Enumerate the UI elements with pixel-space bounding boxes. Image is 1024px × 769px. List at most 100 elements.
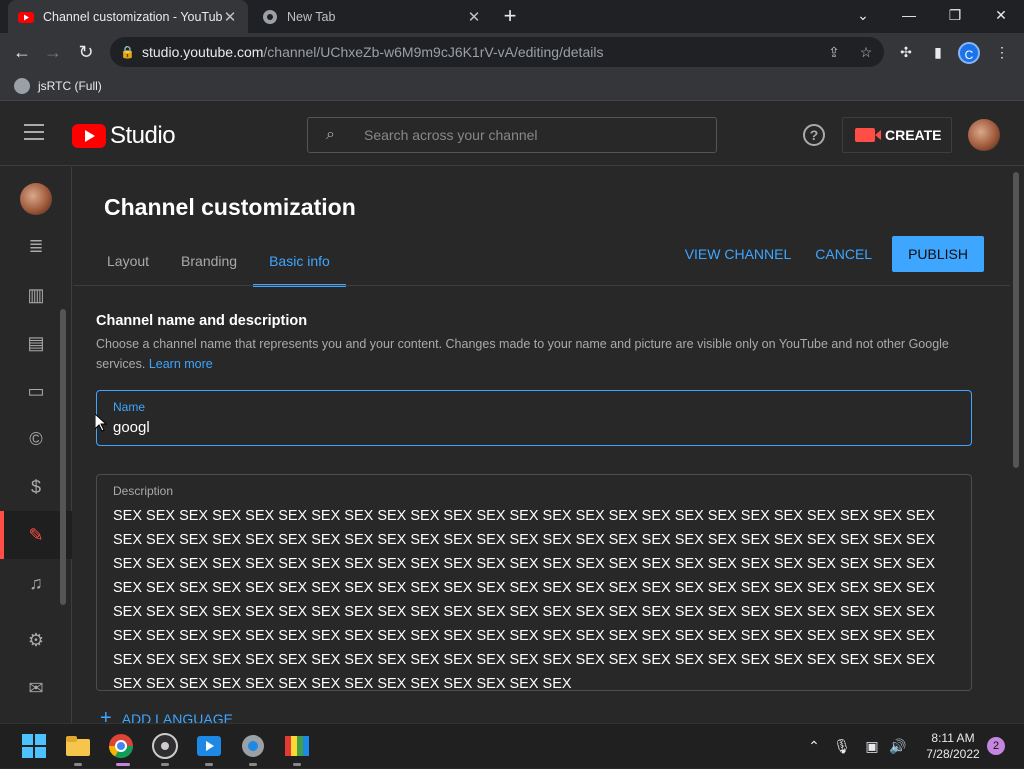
share-icon[interactable]: ⇪ <box>822 37 846 67</box>
restore-button[interactable]: ❐ <box>932 0 978 33</box>
settings-gear-icon[interactable] <box>239 732 267 760</box>
clock-date: 7/28/2022 <box>926 747 980 761</box>
tab-new-tab[interactable]: New Tab ✕ <box>252 0 492 33</box>
channel-avatar[interactable] <box>20 183 52 215</box>
paint-icon[interactable] <box>283 732 311 760</box>
page-actions: VIEW CHANNEL CANCEL PUBLISH <box>673 236 984 272</box>
audio-library-icon[interactable]: ♫ <box>24 571 48 595</box>
analytics-icon[interactable]: ▥ <box>24 283 48 307</box>
tab-close-icon[interactable]: ✕ <box>222 8 238 26</box>
lock-icon: 🔒 <box>120 45 135 59</box>
obs-icon[interactable] <box>151 732 179 760</box>
youtube-logo-icon <box>72 124 106 148</box>
main-scrollbar[interactable] <box>1013 172 1019 468</box>
sidebar-scrollbar[interactable] <box>60 309 66 605</box>
volume-icon[interactable]: 🔊 <box>886 724 910 769</box>
copyright-icon[interactable]: © <box>24 427 48 451</box>
side-panel-icon[interactable]: ▮ <box>926 40 950 64</box>
channel-search-box[interactable]: ⌕ <box>307 117 717 153</box>
close-window-button[interactable]: ✕ <box>978 0 1024 33</box>
tray-overflow-icon[interactable]: ⌃ <box>802 724 826 769</box>
windows-start-icon[interactable] <box>20 732 48 760</box>
left-sidebar: ≣ ▥ ▤ ▭ © $ ✎ ♫ ⚙ ✉ <box>0 167 72 723</box>
section-description-text: Choose a channel name that represents yo… <box>96 337 949 371</box>
tab-layout[interactable]: Layout <box>91 245 165 287</box>
section-title: Channel name and description <box>96 313 308 329</box>
description-field[interactable]: Description SEX SEX SEX SEX SEX SEX SEX … <box>96 474 972 692</box>
subtitles-icon[interactable]: ▭ <box>24 379 48 403</box>
windows-taskbar: ⌃ 🎙 ▣ 🔊 8:11 AM 7/28/2022 2 <box>0 723 1024 768</box>
mouse-cursor-icon <box>95 414 107 432</box>
add-language-button[interactable]: + ADD LANGUAGE <box>100 707 233 723</box>
tab-channel-customization[interactable]: Channel customization - YouTube ✕ <box>8 0 248 33</box>
view-channel-button[interactable]: VIEW CHANNEL <box>673 236 804 272</box>
media-player-icon[interactable] <box>195 732 223 760</box>
tabs-divider <box>73 285 1010 286</box>
customization-tabs: Layout Branding Basic info <box>91 245 346 287</box>
add-language-label: ADD LANGUAGE <box>121 710 233 724</box>
plus-icon: + <box>100 707 112 723</box>
studio-header: Studio ⌕ ? CREATE <box>0 102 1024 166</box>
tab-basic-info[interactable]: Basic info <box>253 245 346 287</box>
microphone-icon[interactable]: 🎙 <box>830 724 854 769</box>
running-indicator <box>249 763 257 766</box>
tab-title: New Tab <box>287 9 336 24</box>
clock-time: 8:11 AM <box>931 731 975 745</box>
video-camera-icon <box>855 128 881 142</box>
help-icon[interactable]: ? <box>803 124 825 146</box>
section-description: Choose a channel name that represents yo… <box>96 334 956 374</box>
file-explorer-icon[interactable] <box>64 732 92 760</box>
running-indicator <box>205 763 213 766</box>
name-input[interactable] <box>113 419 933 436</box>
tab-search-icon[interactable]: ⌄ <box>840 0 886 33</box>
search-input[interactable] <box>364 127 684 143</box>
browser-toolbar: ← → ↻ 🔒 studio.youtube.com/channel/UChxe… <box>0 33 1024 71</box>
customization-icon[interactable]: ✎ <box>24 523 48 547</box>
profile-avatar[interactable]: C <box>958 42 980 64</box>
running-indicator <box>74 763 82 766</box>
main-content: Channel customization Layout Branding Ba… <box>73 167 1010 723</box>
minimize-button[interactable]: — <box>886 0 932 33</box>
active-indicator <box>116 763 130 766</box>
system-clock[interactable]: 8:11 AM 7/28/2022 <box>918 730 988 762</box>
forward-button[interactable]: → <box>40 39 66 65</box>
studio-logo[interactable]: Studio <box>72 122 176 150</box>
globe-icon <box>14 77 30 94</box>
bookmark-star-icon[interactable]: ☆ <box>854 37 878 67</box>
name-field[interactable]: Name <box>96 390 972 446</box>
comments-icon[interactable]: ▤ <box>24 331 48 355</box>
menu-hamburger-icon[interactable] <box>24 124 48 144</box>
settings-icon[interactable]: ⚙ <box>24 628 48 652</box>
back-button[interactable]: ← <box>9 39 35 65</box>
publish-button[interactable]: PUBLISH <box>892 236 984 272</box>
page-title: Channel customization <box>104 194 356 220</box>
new-tab-button[interactable]: + <box>498 4 522 28</box>
create-button[interactable]: CREATE <box>842 117 952 153</box>
content-icon[interactable]: ≣ <box>24 234 48 258</box>
network-icon[interactable]: ▣ <box>860 724 884 769</box>
menu-icon[interactable]: ⋮ <box>990 40 1014 64</box>
create-label: CREATE <box>885 127 942 143</box>
chrome-icon[interactable] <box>107 732 135 760</box>
bookmark-jsrtc[interactable]: jsRTC (Full) <box>38 79 102 93</box>
running-indicator <box>161 763 169 766</box>
reload-button[interactable]: ↻ <box>73 39 99 65</box>
learn-more-link[interactable]: Learn more <box>149 357 213 371</box>
url-host: studio.youtube.com <box>142 44 264 60</box>
tab-close-icon[interactable]: ✕ <box>466 8 482 26</box>
browser-tab-strip: Channel customization - YouTube ✕ New Ta… <box>0 0 1024 33</box>
description-textarea[interactable]: SEX SEX SEX SEX SEX SEX SEX SEX SEX SEX … <box>113 504 943 696</box>
extensions-icon[interactable]: ✣ <box>894 40 918 64</box>
account-avatar[interactable] <box>968 119 1000 151</box>
monetization-icon[interactable]: $ <box>24 475 48 499</box>
description-field-label: Description <box>113 484 174 498</box>
notification-badge[interactable]: 2 <box>987 737 1005 755</box>
tab-title: Channel customization - YouTube <box>43 9 222 24</box>
bookmarks-bar: jsRTC (Full) <box>0 71 1024 101</box>
feedback-icon[interactable]: ✉ <box>24 676 48 700</box>
cancel-button[interactable]: CANCEL <box>803 236 884 272</box>
youtube-favicon-icon <box>18 11 34 23</box>
tab-branding[interactable]: Branding <box>165 245 253 287</box>
address-bar[interactable]: 🔒 studio.youtube.com/channel/UChxeZb-w6M… <box>110 37 884 67</box>
search-icon: ⌕ <box>326 126 335 143</box>
